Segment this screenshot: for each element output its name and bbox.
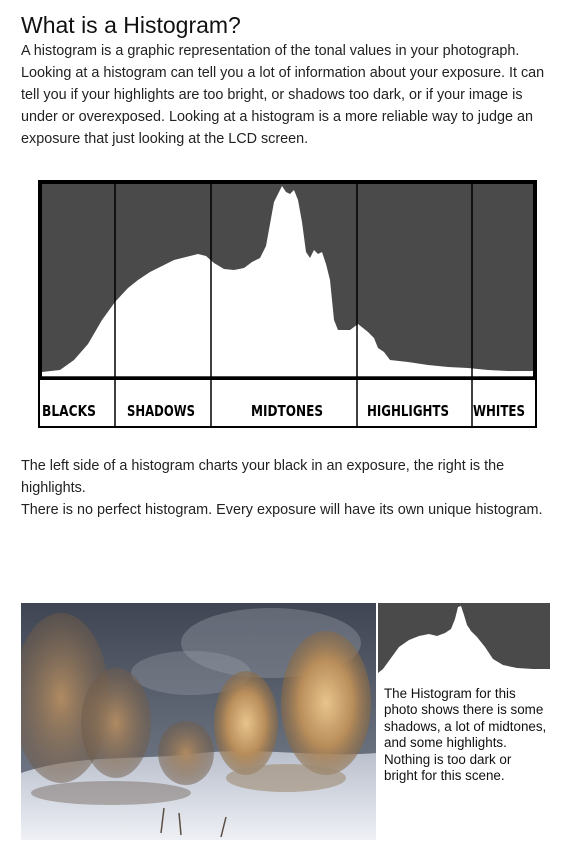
page-title: What is a Histogram?	[21, 12, 241, 38]
photo-caption: The Histogram for this photo shows there…	[384, 686, 547, 784]
zone-label-midtones: MIDTONES	[251, 402, 323, 420]
zone-label-whites: WHITES	[473, 402, 525, 420]
zone-label-blacks: BLACKS	[42, 402, 96, 420]
no-perfect-histogram-text: There is no perfect histogram. Every exp…	[21, 502, 543, 518]
histogram-diagram: BLACKS SHADOWS MIDTONES HIGHLIGHTS WHITE…	[38, 180, 537, 428]
intro-paragraph: A histogram is a graphic representation …	[21, 43, 545, 147]
zone-label-shadows: SHADOWS	[127, 402, 195, 420]
histogram-explanation: The left side of a histogram charts your…	[21, 458, 505, 496]
landscape-photo	[21, 603, 376, 840]
zone-label-highlights: HIGHLIGHTS	[367, 402, 449, 420]
